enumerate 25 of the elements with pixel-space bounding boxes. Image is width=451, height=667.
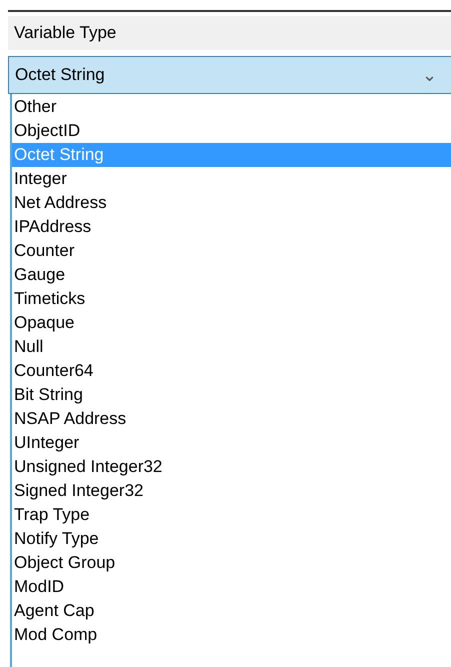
dropdown-option[interactable]: ModID (12, 575, 451, 599)
dropdown-option[interactable]: Counter64 (12, 359, 451, 383)
dropdown-option[interactable]: Trap Type (12, 503, 451, 527)
dropdown-option[interactable]: Unsigned Integer32 (12, 455, 451, 479)
dropdown-option[interactable]: Null (12, 335, 451, 359)
dropdown-option[interactable]: IPAddress (12, 215, 451, 239)
dropdown-option[interactable]: Timeticks (12, 287, 451, 311)
caret-icon: ⌄ (422, 66, 437, 84)
dropdown-option[interactable]: Signed Integer32 (12, 479, 451, 503)
dropdown-option[interactable]: Opaque (12, 311, 451, 335)
type-dropdown[interactable]: Octet String ⌄ (8, 56, 451, 94)
dropdown-option[interactable]: Agent Cap (12, 599, 451, 623)
dropdown-option[interactable]: Notify Type (12, 527, 451, 551)
dropdown-option[interactable]: UInteger (12, 431, 451, 455)
dropdown-option[interactable]: Counter (12, 239, 451, 263)
dropdown-option[interactable]: Mod Comp (12, 623, 451, 647)
dropdown-option[interactable]: Object Group (12, 551, 451, 575)
dropdown-option[interactable]: Net Address (12, 191, 451, 215)
dropdown-option[interactable]: Other (12, 95, 451, 119)
dropdown-option[interactable]: Bit String (12, 383, 451, 407)
dropdown-option[interactable]: NSAP Address (12, 407, 451, 431)
dropdown-option[interactable]: Integer (12, 167, 451, 191)
dropdown-option[interactable]: Gauge (12, 263, 451, 287)
dropdown-option[interactable]: ObjectID (12, 119, 451, 143)
field-label: Variable Type (8, 16, 451, 50)
